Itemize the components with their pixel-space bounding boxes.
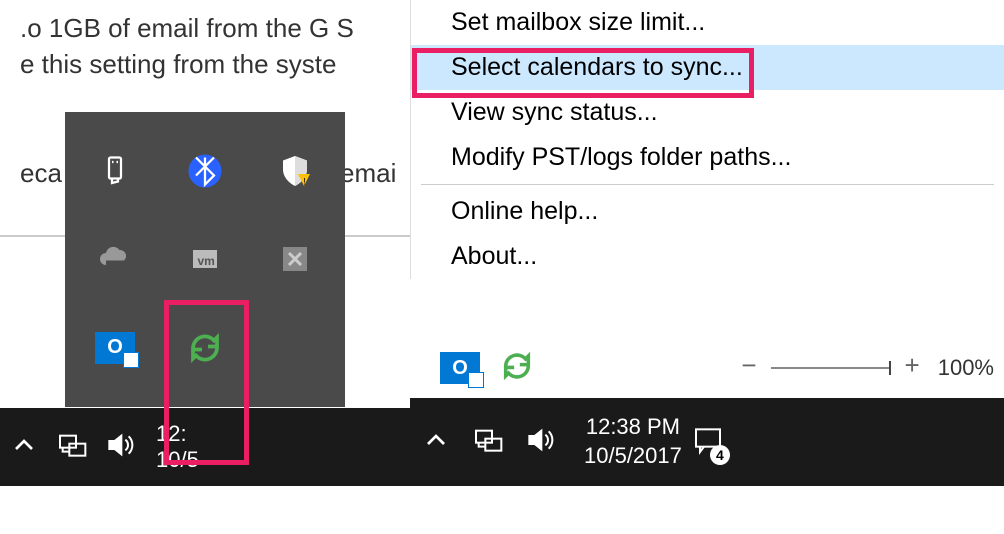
document-text: .o 1GB of email from the G S e this sett… (20, 10, 354, 83)
menu-set-mailbox-size[interactable]: Set mailbox size limit... (411, 0, 1004, 45)
volume-icon[interactable] (104, 429, 136, 466)
date-text: 10/5/2017 (584, 442, 682, 471)
sync-icon[interactable] (165, 309, 245, 387)
action-center-icon[interactable]: 4 (692, 424, 724, 461)
menu-modify-pst-paths[interactable]: Modify PST/logs folder paths... (411, 135, 1004, 180)
doc-line-1: .o 1GB of email from the G S (20, 10, 354, 46)
usb-icon[interactable] (75, 132, 155, 210)
system-tray-panel: ! vm O (65, 112, 345, 407)
network-adapter-icon[interactable] (255, 220, 335, 298)
doc-line-2: e this setting from the syste (20, 46, 354, 82)
menu-select-calendars[interactable]: Select calendars to sync... (411, 45, 1004, 90)
time-text: 12:38 PM (584, 413, 682, 442)
taskbar-left: 12: 10/5 (0, 408, 410, 486)
zoom-controls: − + 100% (741, 355, 994, 381)
zoom-in-button[interactable]: + (905, 358, 920, 378)
svg-text:vm: vm (198, 254, 215, 268)
zoom-slider[interactable] (771, 367, 891, 369)
zoom-out-button[interactable]: − (741, 358, 756, 378)
onedrive-icon[interactable] (75, 220, 155, 298)
doc-line-3: eca (20, 155, 62, 191)
zoom-percent: 100% (938, 355, 994, 381)
context-menu: Set mailbox size limit... Select calenda… (410, 0, 1004, 279)
security-shield-icon[interactable]: ! (255, 132, 335, 210)
taskbar-right: 12:38 PM 10/5/2017 4 (410, 398, 1004, 486)
date-text: 10/5 (156, 447, 199, 473)
sync-icon[interactable] (500, 349, 534, 388)
tray-strip-right: O − + 100% (410, 338, 1004, 398)
svg-text:!: ! (303, 177, 306, 187)
doc-line-emai: emai (340, 155, 396, 191)
menu-about[interactable]: About... (411, 234, 1004, 279)
menu-online-help[interactable]: Online help... (411, 189, 1004, 234)
empty-tray-cell (255, 309, 335, 387)
volume-icon[interactable] (524, 424, 556, 461)
outlook-icon[interactable]: O (440, 352, 480, 384)
tray-chevron-icon[interactable] (8, 429, 40, 466)
network-icon[interactable] (56, 429, 88, 466)
network-icon[interactable] (472, 424, 504, 461)
notification-badge: 4 (710, 445, 730, 465)
outlook-icon[interactable]: O (75, 309, 155, 387)
vmware-icon[interactable]: vm (165, 220, 245, 298)
clock-right[interactable]: 12:38 PM 10/5/2017 (584, 413, 682, 470)
time-text: 12: (156, 421, 199, 447)
bluetooth-icon[interactable] (165, 132, 245, 210)
menu-view-sync-status[interactable]: View sync status... (411, 90, 1004, 135)
tray-chevron-icon[interactable] (420, 424, 452, 461)
clock-left[interactable]: 12: 10/5 (156, 421, 199, 474)
menu-separator (421, 184, 994, 185)
